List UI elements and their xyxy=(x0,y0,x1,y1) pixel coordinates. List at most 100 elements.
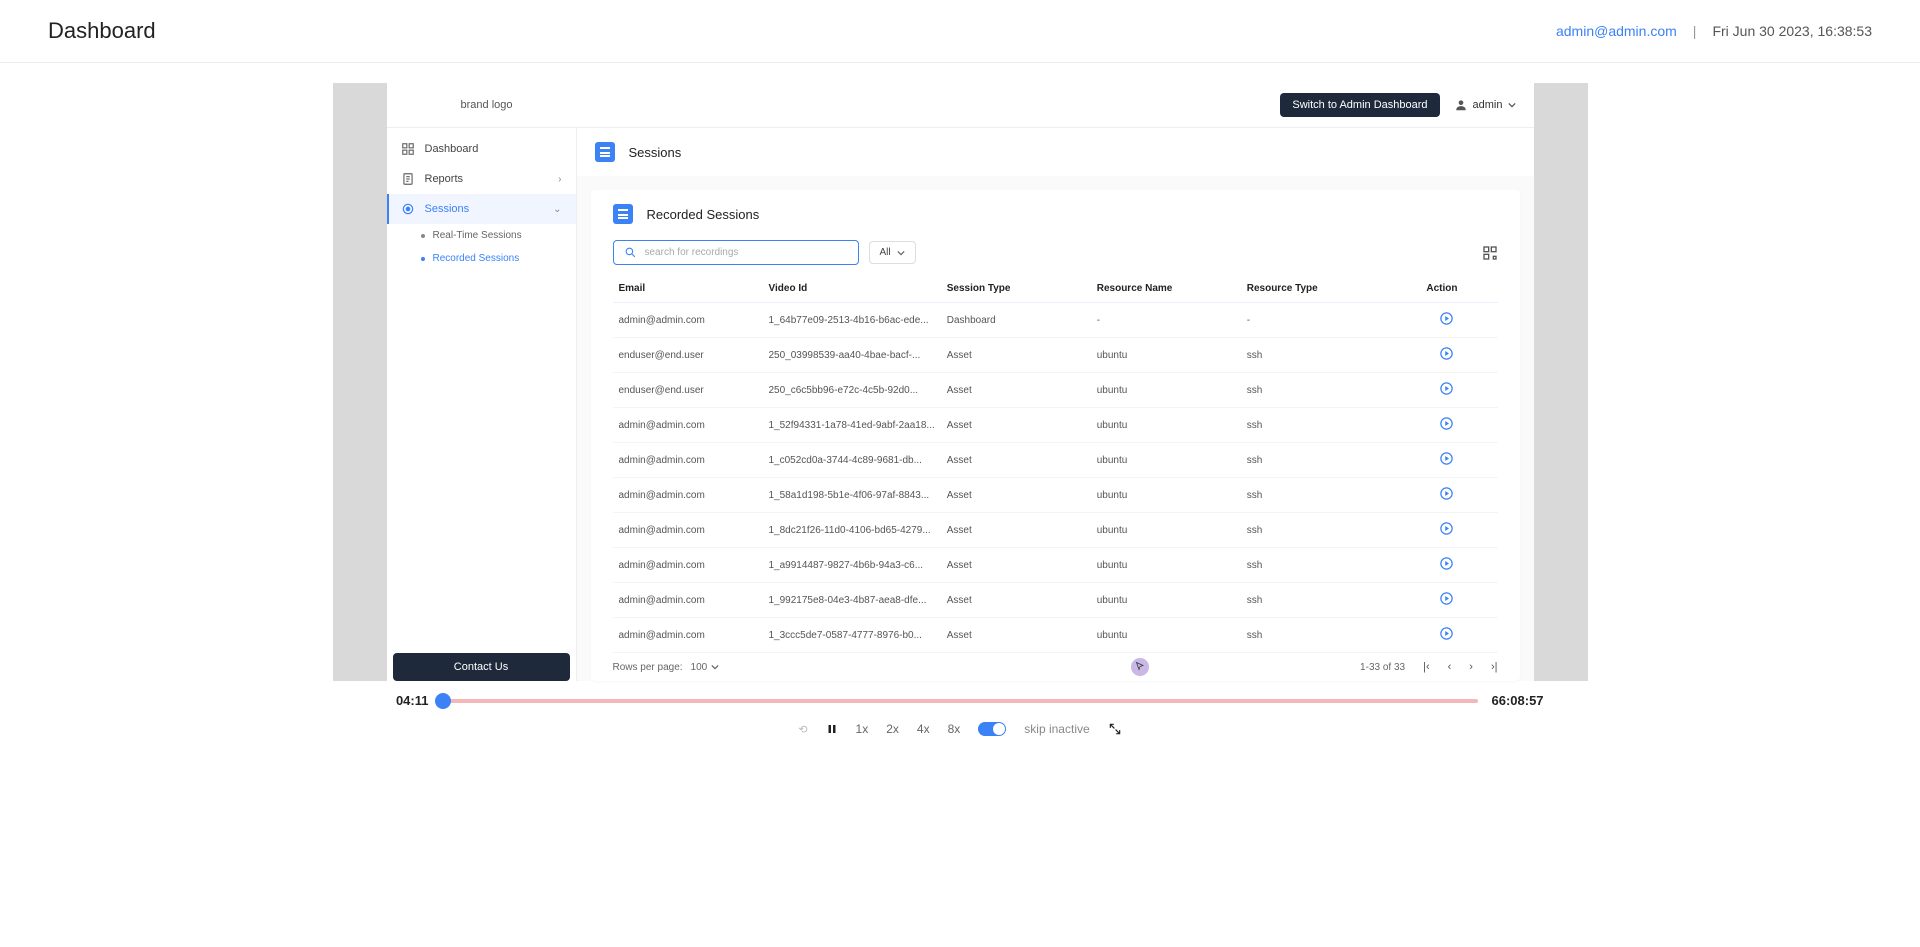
speed-8x-button[interactable]: 8x xyxy=(948,722,961,736)
th-session-type[interactable]: Session Type xyxy=(941,275,1091,303)
cell-resource-name: ubuntu xyxy=(1091,373,1241,408)
search-row: All xyxy=(591,236,1520,275)
play-recording-button[interactable] xyxy=(1439,381,1454,396)
cell-video-id: 1_58a1d198-5b1e-4f06-97af-8843... xyxy=(763,478,941,513)
cell-video-id: 250_03998539-aa40-4bae-bacf-... xyxy=(763,338,941,373)
fullscreen-icon[interactable] xyxy=(1108,722,1122,736)
speed-2x-button[interactable]: 2x xyxy=(886,722,899,736)
reports-icon xyxy=(401,172,415,186)
user-email-link[interactable]: admin@admin.com xyxy=(1556,23,1677,39)
cell-email: admin@admin.com xyxy=(613,408,763,443)
grid-view-icon[interactable] xyxy=(1482,245,1498,261)
page-prev-button[interactable]: ‹ xyxy=(1448,661,1452,673)
dashboard-icon xyxy=(401,142,415,156)
bullet-icon xyxy=(421,257,425,261)
cell-action xyxy=(1401,408,1498,443)
filter-select[interactable]: All xyxy=(869,241,916,264)
search-input[interactable] xyxy=(645,247,848,258)
rows-per-page-select[interactable]: 100 xyxy=(691,662,720,673)
cell-resource-type: ssh xyxy=(1241,338,1401,373)
play-recording-button[interactable] xyxy=(1439,416,1454,431)
play-recording-button[interactable] xyxy=(1439,556,1454,571)
play-recording-button[interactable] xyxy=(1439,626,1454,641)
user-menu[interactable]: admin xyxy=(1454,98,1516,112)
cell-email: admin@admin.com xyxy=(613,443,763,478)
sidebar-item-reports[interactable]: Reports › xyxy=(387,164,576,194)
progress-track xyxy=(443,699,1478,703)
table-row[interactable]: enduser@end.user250_c6c5bb96-e72c-4c5b-9… xyxy=(613,373,1498,408)
cell-action xyxy=(1401,548,1498,583)
rows-per-page-value: 100 xyxy=(691,662,708,673)
cell-session-type: Asset xyxy=(941,618,1091,653)
play-recording-button[interactable] xyxy=(1439,311,1454,326)
cell-resource-type: ssh xyxy=(1241,478,1401,513)
cell-resource-type: ssh xyxy=(1241,408,1401,443)
cell-action xyxy=(1401,303,1498,338)
main-title: Sessions xyxy=(629,145,682,160)
chevron-down-icon xyxy=(1508,101,1516,109)
cell-resource-type: ssh xyxy=(1241,583,1401,618)
main-header: Sessions xyxy=(577,128,1534,176)
skip-inactive-toggle[interactable] xyxy=(978,722,1006,736)
cell-session-type: Dashboard xyxy=(941,303,1091,338)
progress-knob[interactable] xyxy=(435,693,451,709)
play-recording-button[interactable] xyxy=(1439,591,1454,606)
contact-us-button[interactable]: Contact Us xyxy=(393,653,570,681)
cell-resource-name: ubuntu xyxy=(1091,583,1241,618)
top-right: admin@admin.com | Fri Jun 30 2023, 16:38… xyxy=(1556,23,1872,39)
play-recording-button[interactable] xyxy=(1439,521,1454,536)
progress-bar[interactable] xyxy=(443,697,1478,705)
table-row[interactable]: admin@admin.com1_52f94331-1a78-41ed-9abf… xyxy=(613,408,1498,443)
cell-session-type: Asset xyxy=(941,338,1091,373)
table-row[interactable]: admin@admin.com1_992175e8-04e3-4b87-aea8… xyxy=(613,583,1498,618)
table-row[interactable]: admin@admin.com1_c052cd0a-3744-4c89-9681… xyxy=(613,443,1498,478)
cell-resource-name: - xyxy=(1091,303,1241,338)
cell-email: enduser@end.user xyxy=(613,338,763,373)
cell-resource-type: ssh xyxy=(1241,548,1401,583)
sidebar-sub-realtime[interactable]: Real-Time Sessions xyxy=(387,224,576,247)
th-email[interactable]: Email xyxy=(613,275,763,303)
sidebar-sub-recorded[interactable]: Recorded Sessions xyxy=(387,247,576,270)
chevron-right-icon: › xyxy=(558,174,561,185)
switch-dashboard-button[interactable]: Switch to Admin Dashboard xyxy=(1280,93,1439,117)
play-recording-button[interactable] xyxy=(1439,451,1454,466)
table-row[interactable]: enduser@end.user250_03998539-aa40-4bae-b… xyxy=(613,338,1498,373)
search-box[interactable] xyxy=(613,240,859,265)
table-row[interactable]: admin@admin.com1_8dc21f26-11d0-4106-bd65… xyxy=(613,513,1498,548)
play-icon xyxy=(1439,626,1454,641)
cell-video-id: 1_52f94331-1a78-41ed-9abf-2aa18... xyxy=(763,408,941,443)
table-row[interactable]: admin@admin.com1_64b77e09-2513-4b16-b6ac… xyxy=(613,303,1498,338)
sidebar-label: Sessions xyxy=(425,203,470,215)
separator: | xyxy=(1693,23,1697,39)
page-first-button[interactable]: |‹ xyxy=(1423,661,1430,673)
play-icon xyxy=(1439,346,1454,361)
cell-session-type: Asset xyxy=(941,443,1091,478)
page-next-button[interactable]: › xyxy=(1469,661,1473,673)
play-recording-button[interactable] xyxy=(1439,346,1454,361)
bullet-icon xyxy=(421,234,425,238)
cell-resource-name: ubuntu xyxy=(1091,443,1241,478)
speed-4x-button[interactable]: 4x xyxy=(917,722,930,736)
play-recording-button[interactable] xyxy=(1439,486,1454,501)
sidebar-item-dashboard[interactable]: Dashboard xyxy=(387,134,576,164)
loop-button[interactable]: ⟲ xyxy=(798,723,807,736)
cell-video-id: 1_992175e8-04e3-4b87-aea8-dfe... xyxy=(763,583,941,618)
table-row[interactable]: admin@admin.com1_58a1d198-5b1e-4f06-97af… xyxy=(613,478,1498,513)
current-time: 04:11 xyxy=(373,693,429,708)
cell-resource-type: ssh xyxy=(1241,513,1401,548)
th-resource-name[interactable]: Resource Name xyxy=(1091,275,1241,303)
sidebar-item-sessions[interactable]: Sessions ⌄ xyxy=(387,194,576,224)
table-row[interactable]: admin@admin.com1_3ccc5de7-0587-4777-8976… xyxy=(613,618,1498,653)
cell-email: admin@admin.com xyxy=(613,583,763,618)
th-video-id[interactable]: Video Id xyxy=(763,275,941,303)
skip-inactive-label: skip inactive xyxy=(1024,722,1089,736)
page-last-button[interactable]: ›| xyxy=(1491,661,1498,673)
pause-button[interactable] xyxy=(826,723,838,735)
speed-1x-button[interactable]: 1x xyxy=(856,722,869,736)
sessions-icon xyxy=(401,202,415,216)
th-resource-type[interactable]: Resource Type xyxy=(1241,275,1401,303)
cell-resource-type: ssh xyxy=(1241,443,1401,478)
table-row[interactable]: admin@admin.com1_a9914487-9827-4b6b-94a3… xyxy=(613,548,1498,583)
recorded-cursor xyxy=(1131,658,1149,676)
play-icon xyxy=(1439,591,1454,606)
